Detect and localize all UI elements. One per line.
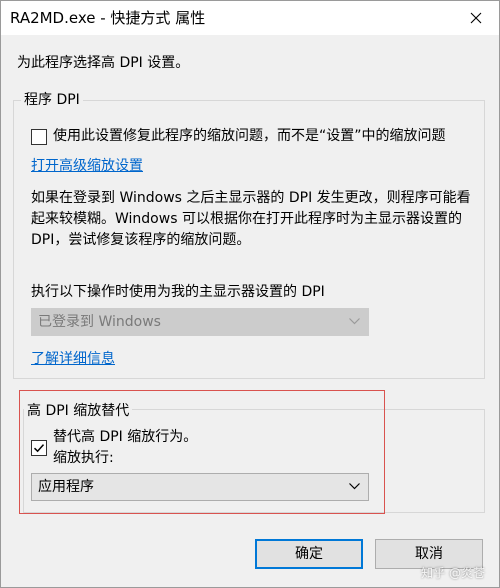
close-button[interactable] [453,1,499,35]
title-bar[interactable]: RA2MD.exe - 快捷方式 属性 [1,1,499,35]
perform-label: 执行以下操作时使用为我的主显示器设置的 DPI [31,284,325,300]
program-dpi-legend: 程序 DPI [21,91,83,109]
properties-dialog: RA2MD.exe - 快捷方式 属性 为此程序选择高 DPI 设置。 程序 D… [0,0,500,588]
ok-button[interactable]: 确定 [255,539,363,569]
dpi-timing-value: 已登录到 Windows [38,314,161,330]
program-dpi-checkbox-label[interactable]: 使用此设置修复此程序的缩放问题，而不是“设置”中的缩放问题 [53,126,446,147]
chevron-down-icon [349,318,360,325]
checkmark-icon [33,444,45,453]
dpi-timing-dropdown[interactable]: 已登录到 Windows [31,308,369,336]
watermark: 知乎 @炎苍 [421,566,485,580]
learn-more-link[interactable]: 了解详细信息 [31,349,115,370]
override-checkbox-label[interactable]: 替代高 DPI 缩放行为。 [53,427,197,448]
override-legend: 高 DPI 缩放替代 [24,402,133,420]
scaling-mode-dropdown[interactable]: 应用程序 [31,473,369,501]
window-title: RA2MD.exe - 快捷方式 属性 [10,9,206,27]
close-icon [470,12,482,24]
scaling-mode-value: 应用程序 [38,479,94,495]
intro-text: 为此程序选择高 DPI 设置。 [17,55,190,71]
advanced-scaling-link[interactable]: 打开高级缩放设置 [31,156,143,177]
chevron-down-icon [349,483,360,490]
scaling-performed-label: 缩放执行: [53,450,114,466]
override-checkbox[interactable] [31,440,47,456]
dpi-description: 如果在登录到 Windows 之后主显示器的 DPI 发生更改，则程序可能看起来… [31,190,471,248]
program-dpi-checkbox[interactable] [31,129,47,145]
